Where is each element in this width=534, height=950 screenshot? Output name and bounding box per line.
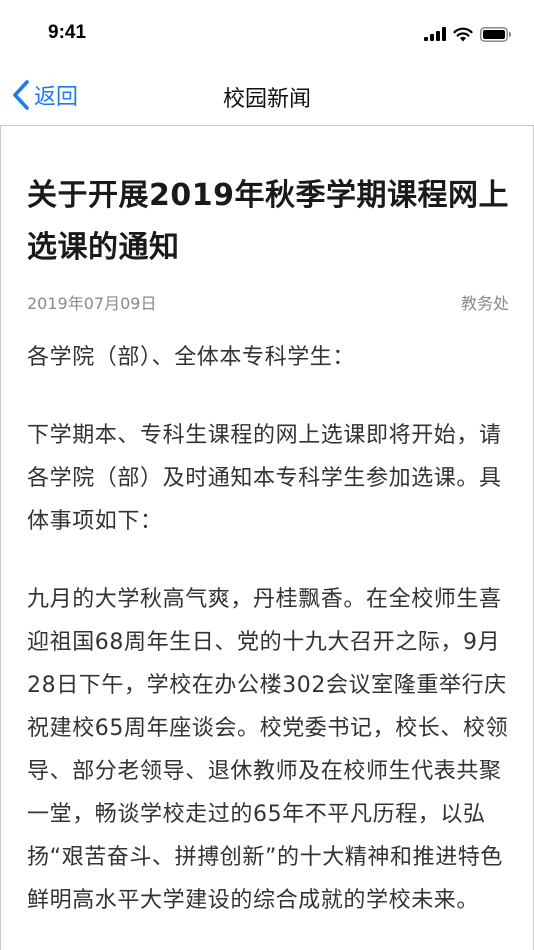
article-date: 2019年07月09日 [27,294,157,313]
page-title: 校园新闻 [222,87,311,112]
status-time: 9:41 [48,22,87,43]
article-title: 关于开展2019年秋季学期课程网上选课的通知 [27,178,509,265]
status-bar: 9:41 [0,0,534,64]
screen: 9:41 返回 校园新闻 关于开展2019年秋季学期课程网上选课的通知 2019… [0,0,534,950]
article-body: 各学院（部）、全体本专科学生： 下学期本、专科生课程的网上选课即将开始，请各学院… [27,336,513,950]
article-paragraph: 下学期本、专科生课程的网上选课即将开始，请各学院（部）及时通知本专科学生参加选课… [27,423,502,534]
wifi-icon [453,27,473,41]
article-source: 教务处 [460,294,509,313]
article-paragraph: 各学院（部）、全体本专科学生： [27,345,356,370]
article-paragraph: 九月的大学秋高气爽，丹桂飘香。在全校师生喜迎祖国68周年生日、党的十九大召开之际… [27,587,509,913]
article-container: 关于开展2019年秋季学期课程网上选课的通知 2019年07月09日 教务处 各… [0,126,534,950]
status-icons [424,24,512,44]
cellular-signal-icon [424,27,446,41]
nav-bar: 返回 校园新闻 [0,64,534,126]
battery-icon [480,26,511,42]
